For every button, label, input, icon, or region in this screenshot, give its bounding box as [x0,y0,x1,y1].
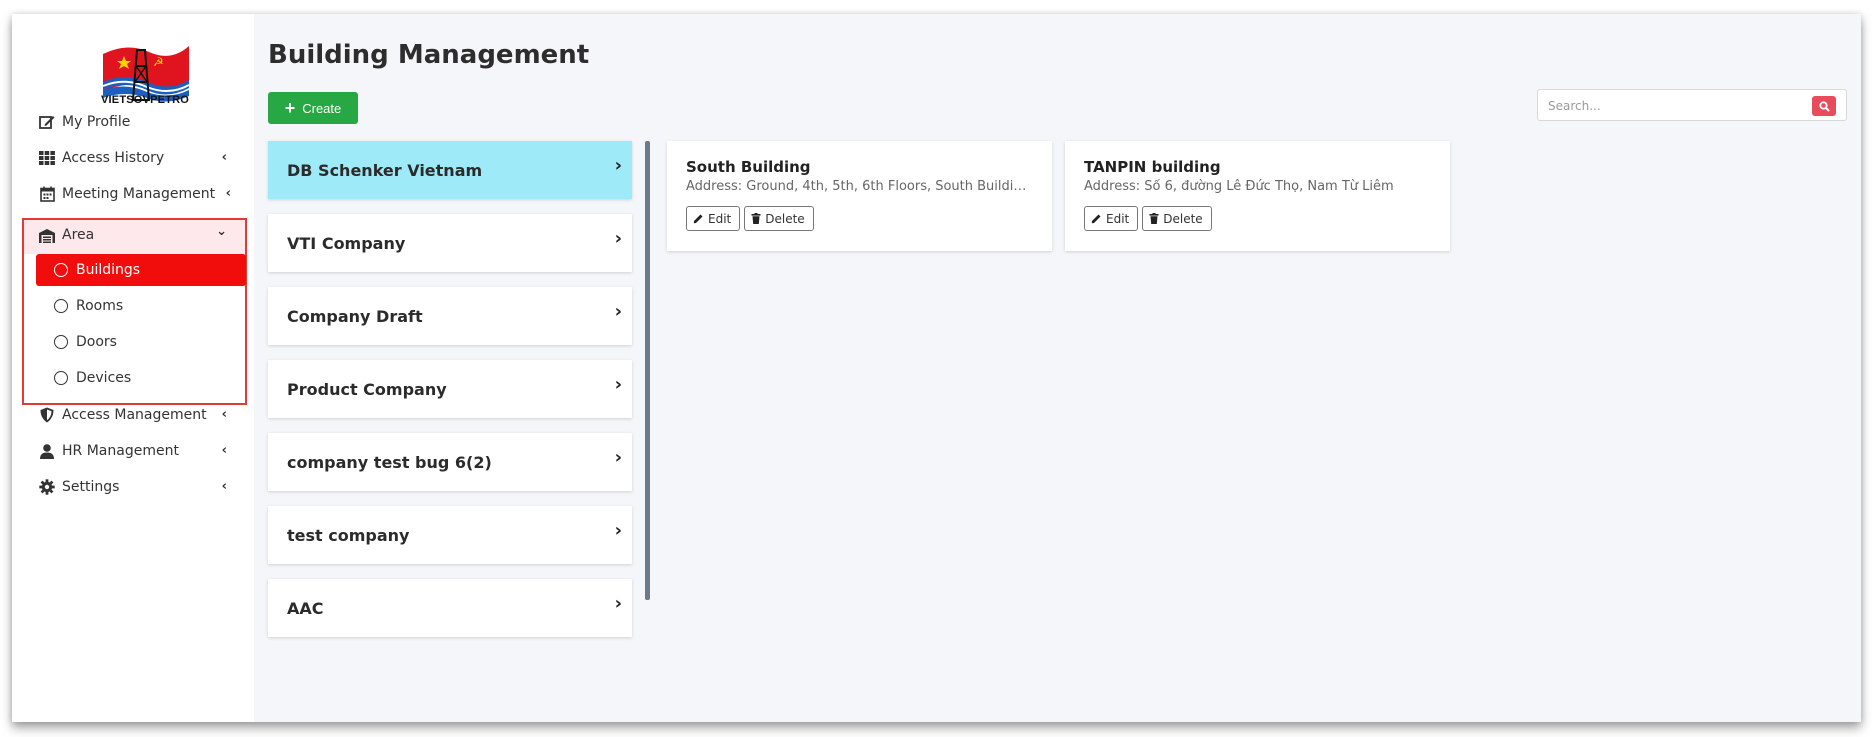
building-address: Address: Số 6, đường Lê Đức Thọ, Nam Từ … [1084,179,1394,194]
edit-button[interactable]: Edit [1084,206,1139,231]
sidebar-item-access-management[interactable]: Access Management ‹ [38,401,243,429]
building-address: Address: Ground, 4th, 5th, 6th Floors, S… [686,179,1034,194]
company-name: company test bug 6(2) [287,452,492,472]
sidebar-item-hr-management[interactable]: HR Management ‹ [38,437,243,465]
sidebar-item-access-history[interactable]: Access History ‹ [38,144,243,172]
building-name: South Building [686,158,811,176]
company-name: Company Draft [287,306,423,326]
chevron-right-icon: › [614,301,622,322]
sidebar-item-label: Meeting Management [62,186,216,202]
delete-button[interactable]: Delete [744,206,814,231]
pencil-icon [1091,214,1101,224]
chevron-right-icon: › [614,228,622,249]
company-item-aac[interactable]: AAC › [268,579,632,637]
circle-icon [54,263,68,277]
chevron-left-icon: ‹ [221,407,227,422]
svg-text:☭: ☭ [153,55,164,69]
create-button-label: Create [302,100,342,116]
company-item-company-draft[interactable]: Company Draft › [268,287,632,345]
sidebar-subitem-label: Devices [76,370,132,386]
sidebar-item-my-profile[interactable]: My Profile [38,108,243,136]
sidebar-subitem-label: Rooms [76,298,124,314]
user-icon [38,443,56,459]
edit-icon [38,114,56,130]
search-icon [1818,100,1830,112]
sidebar-item-meeting-management[interactable]: Meeting Management ‹ [38,180,243,208]
trash-icon [1149,213,1159,224]
chevron-right-icon: › [614,447,622,468]
company-item-db-schenker-vietnam[interactable]: DB Schenker Vietnam › [268,141,632,199]
edit-button-label: Edit [1106,211,1130,226]
edit-button[interactable]: Edit [686,206,741,231]
building-name: TANPIN building [1084,158,1221,176]
chevron-left-icon: ‹ [221,150,227,165]
sidebar-item-label: Access History [62,150,165,166]
building-card: South Building Address: Ground, 4th, 5th… [667,141,1052,251]
sidebar-item-label: Settings [62,479,120,495]
chevron-left-icon: ‹ [221,479,227,494]
company-name: DB Schenker Vietnam [287,160,483,180]
calendar-icon [38,186,56,202]
chevron-down-icon: ⌄ [216,224,227,239]
app-window: ☭ VIETSOVPETRO My Profile Access History… [12,14,1861,722]
sidebar-subitem-buildings[interactable]: Buildings [36,254,246,286]
sidebar-subitem-label: Doors [76,334,117,350]
company-name: VTI Company [287,233,406,253]
company-item-company-test-bug[interactable]: company test bug 6(2) › [268,433,632,491]
grid-icon [38,150,56,166]
trash-icon [751,213,761,224]
delete-button[interactable]: Delete [1142,206,1212,231]
warehouse-icon [38,227,56,243]
delete-button-label: Delete [1163,211,1203,226]
plus-icon: + [284,98,296,118]
search-button[interactable] [1812,96,1836,116]
company-name: Product Company [287,379,447,399]
create-button[interactable]: + Create [268,92,358,124]
sidebar-subitem-rooms[interactable]: Rooms [36,290,246,322]
sidebar-item-label: HR Management [62,443,179,459]
sidebar-item-label: Area [62,227,95,243]
delete-button-label: Delete [765,211,805,226]
search-box [1537,89,1847,121]
company-item-vti-company[interactable]: VTI Company › [268,214,632,272]
edit-button-label: Edit [708,211,732,226]
sidebar-item-area[interactable]: Area ⌄ [38,221,243,249]
sidebar-item-label: My Profile [62,114,131,130]
brand-name: VIETSOVPETRO [101,94,189,106]
building-card: TANPIN building Address: Số 6, đường Lê … [1065,141,1450,251]
pencil-icon [693,214,703,224]
circle-icon [54,299,68,313]
company-list-scrollbar-thumb[interactable] [645,141,650,600]
sidebar-subitem-doors[interactable]: Doors [36,326,246,358]
chevron-right-icon: › [614,520,622,541]
chevron-right-icon: › [614,155,622,176]
sidebar-item-settings[interactable]: Settings ‹ [38,473,243,501]
sidebar-subitem-devices[interactable]: Devices [36,362,246,394]
sidebar-subitem-label: Buildings [76,262,141,278]
chevron-right-icon: › [614,593,622,614]
shield-icon [38,407,56,423]
company-item-product-company[interactable]: Product Company › [268,360,632,418]
company-item-test-company[interactable]: test company › [268,506,632,564]
gear-icon [38,479,56,495]
search-input[interactable] [1548,97,1798,115]
page-title: Building Management [268,40,590,70]
chevron-left-icon: ‹ [225,186,231,201]
circle-icon [54,371,68,385]
chevron-right-icon: › [614,374,622,395]
sidebar: ☭ VIETSOVPETRO My Profile Access History… [12,14,254,722]
sidebar-item-label: Access Management [62,407,207,423]
company-name: AAC [287,598,324,618]
circle-icon [54,335,68,349]
chevron-left-icon: ‹ [221,443,227,458]
company-name: test company [287,525,410,545]
